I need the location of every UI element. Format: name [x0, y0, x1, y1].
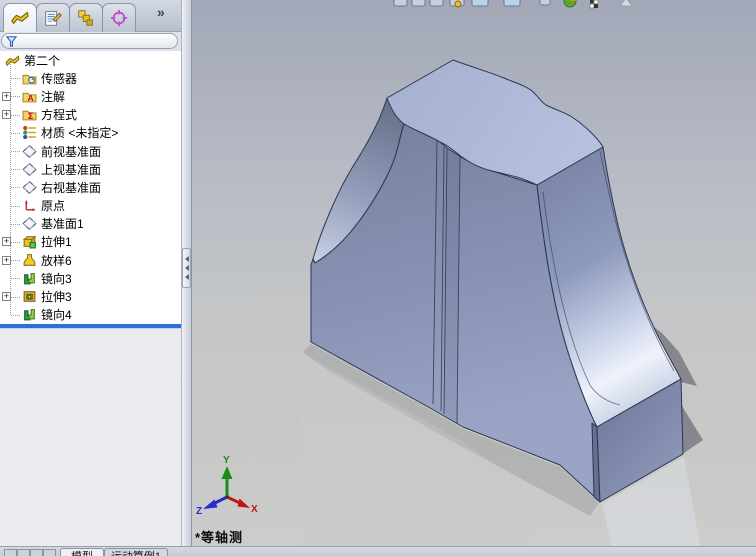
- material-icon: [22, 125, 37, 140]
- tree-item-label: 注解: [41, 89, 66, 104]
- triad-z-label: Z: [196, 506, 202, 517]
- tab-dimxpert[interactable]: [102, 3, 136, 32]
- tree-item[interactable]: + 放样6: [0, 251, 181, 269]
- nav-first-button[interactable]: [4, 549, 17, 556]
- triad-x-label: X: [251, 504, 258, 515]
- panel-splitter[interactable]: [181, 0, 192, 546]
- nav-prev-button[interactable]: [17, 549, 30, 556]
- tab-motion-study[interactable]: 运动算例1: [104, 548, 168, 556]
- tree-item[interactable]: 第二个: [0, 51, 181, 69]
- panel-overflow-chevron[interactable]: »: [157, 4, 165, 20]
- tree-item[interactable]: 材质 <未指定>: [0, 124, 181, 142]
- tree-item[interactable]: 基准面1: [0, 215, 181, 233]
- tree-item-label: 拉伸1: [41, 235, 72, 250]
- sensors-icon: [22, 71, 37, 86]
- tree-item-label: 镜向4: [41, 308, 72, 323]
- viewport-toolbar-clipped[interactable]: [392, 0, 652, 9]
- equations-icon: Σ: [22, 107, 37, 122]
- plane-icon: [22, 144, 37, 159]
- tree-item[interactable]: 原点: [0, 197, 181, 215]
- tree-item[interactable]: 前视基准面: [0, 142, 181, 160]
- expand-toggle[interactable]: +: [2, 255, 11, 265]
- tree-item-label: 基准面1: [41, 217, 84, 232]
- dimxpert-tab-icon: [110, 9, 128, 27]
- tab-propertymanager[interactable]: [36, 3, 70, 32]
- tree-item-label: 放样6: [41, 253, 72, 268]
- view-orientation-label: *等轴测: [195, 530, 244, 545]
- annotations-icon: A: [22, 89, 37, 104]
- expand-toggle[interactable]: +: [2, 110, 11, 120]
- tab-model[interactable]: 模型: [60, 548, 104, 556]
- featuremanager-panel: » 第二个传感器 + A 注解 + Σ 方程式材质 <未指定> 前视基准面上视基准面右视基准面…: [0, 0, 181, 546]
- tree-item-label: 第二个: [24, 53, 61, 68]
- tree-item-label: 上视基准面: [41, 162, 102, 177]
- svg-text:Σ: Σ: [28, 112, 34, 122]
- plane-icon: [22, 180, 37, 195]
- tree-item-label: 拉伸3: [41, 290, 72, 305]
- configurationmanager-tab-icon: [78, 10, 93, 26]
- splitter-collapse-handle[interactable]: [182, 248, 191, 288]
- loft-icon: [22, 253, 37, 268]
- nav-next-button[interactable]: [30, 549, 43, 556]
- tree-item-label: 传感器: [41, 71, 78, 86]
- tree-item[interactable]: 镜向4: [0, 306, 181, 324]
- tree-item-label: 原点: [41, 199, 66, 214]
- funnel-icon: [5, 35, 18, 47]
- plane-icon: [22, 162, 37, 177]
- plane-icon: [22, 216, 37, 231]
- panel-tab-bar: »: [0, 0, 181, 32]
- propertymanager-tab-icon: [45, 11, 62, 26]
- tab-configurationmanager[interactable]: [69, 3, 103, 32]
- tree-item[interactable]: 右视基准面: [0, 178, 181, 196]
- mirror-icon: [22, 271, 37, 286]
- origin-icon: [22, 198, 37, 213]
- tree-item[interactable]: + 拉伸3: [0, 287, 181, 305]
- tree-item-label: 前视基准面: [41, 144, 102, 159]
- tree-item[interactable]: 镜向3: [0, 269, 181, 287]
- part-icon: [5, 53, 20, 68]
- tree-item[interactable]: + A 注解: [0, 87, 181, 105]
- triad-y-label: Y: [223, 455, 230, 466]
- tree-item[interactable]: 上视基准面: [0, 160, 181, 178]
- svg-text:A: A: [27, 93, 33, 103]
- expand-toggle[interactable]: +: [2, 91, 11, 101]
- panel-empty-area: [0, 329, 181, 546]
- tab-featuremanager[interactable]: [3, 3, 37, 32]
- tree-item[interactable]: + 拉伸1: [0, 233, 181, 251]
- extrude-icon: [22, 234, 37, 249]
- tree-item-label: 镜向3: [41, 271, 72, 286]
- tree-item-label: 材质 <未指定>: [41, 126, 119, 141]
- tree-filter-bar[interactable]: [1, 33, 178, 49]
- expand-toggle[interactable]: +: [2, 237, 11, 247]
- bottom-tab-strip: 模型 运动算例1: [0, 546, 756, 556]
- mirror-icon: [22, 307, 37, 322]
- feature-tree: 第二个传感器 + A 注解 + Σ 方程式材质 <未指定> 前视基准面上视基准面右视基准面原点…: [0, 51, 181, 324]
- featuremanager-tab-icon: [11, 11, 29, 25]
- nav-last-button[interactable]: [43, 549, 56, 556]
- expand-toggle[interactable]: +: [2, 292, 11, 302]
- solidworks-window: Y Z X *等轴测 » 第二个 传感器 + A 注解 + Σ 方程式 材质 <…: [0, 0, 756, 556]
- tree-item[interactable]: 传感器: [0, 69, 181, 87]
- checker-icon: [589, 0, 599, 9]
- tree-item-label: 右视基准面: [41, 180, 102, 195]
- tree-item-label: 方程式: [41, 108, 78, 123]
- extrude-hole-icon: [22, 289, 37, 304]
- tree-item[interactable]: + Σ 方程式: [0, 106, 181, 124]
